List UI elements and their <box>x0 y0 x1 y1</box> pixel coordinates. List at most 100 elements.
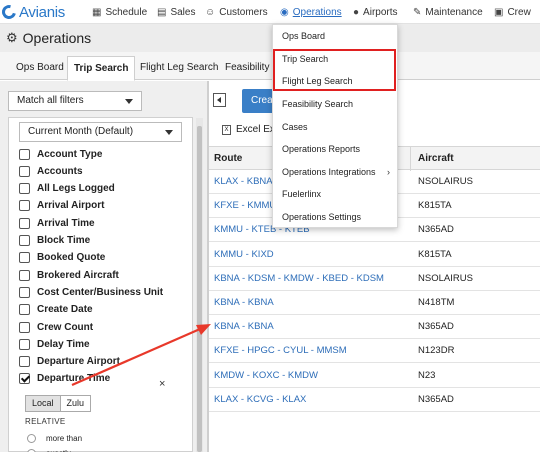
filter-item[interactable]: Create Date <box>19 303 93 317</box>
menu-item-label: Feasibility Search <box>282 99 354 109</box>
table-row[interactable]: KMDW - KOXC - KMDW N23 <box>209 364 540 388</box>
nav-schedule[interactable]: ▦ Schedule <box>92 4 147 20</box>
filter-item[interactable]: Departure Airport <box>19 355 120 369</box>
nav-crew[interactable]: ▣ Crew <box>494 4 531 20</box>
route-column-header[interactable]: Route <box>214 147 242 171</box>
filter-checkbox[interactable] <box>19 304 30 316</box>
filter-item[interactable]: Booked Quote <box>19 251 105 265</box>
filter-checkbox[interactable] <box>19 321 30 333</box>
table-row[interactable]: KMMU - KIXD K815TA <box>209 243 540 267</box>
filter-item[interactable]: Crew Count <box>19 320 93 334</box>
route-link[interactable]: KBNA - KDSM - KMDW - KBED - KDSM <box>214 267 384 291</box>
aircraft-cell: N365AD <box>418 393 454 405</box>
tab-ops-board[interactable]: Ops Board <box>10 56 70 80</box>
radio-circle[interactable] <box>27 433 36 443</box>
table-row[interactable]: KLAX - KCVG - KLAX N365AD <box>209 388 540 412</box>
sales-icon: ▤ <box>157 6 167 18</box>
create-button[interactable]: Crea <box>242 89 274 113</box>
filter-checkbox[interactable] <box>19 183 30 195</box>
nav-customers[interactable]: ☺ Customers <box>205 4 268 20</box>
logo-text: Avianis <box>19 3 65 21</box>
radio-circle[interactable] <box>27 448 36 452</box>
zulu-button[interactable]: Zulu <box>60 395 92 412</box>
excel-export-button[interactable]: X Excel Ex <box>222 124 275 135</box>
avianis-logo[interactable]: Avianis <box>0 2 65 22</box>
route-link[interactable]: KMDW - KOXC - KMDW <box>214 364 318 388</box>
menu-item-label: Operations Integrations <box>282 167 376 177</box>
radio-exactly[interactable]: exactly <box>27 447 71 452</box>
filter-item[interactable]: Arrival Time <box>19 216 95 230</box>
wrench-icon: ✎ <box>413 6 422 18</box>
tab-flight-leg-search[interactable]: Flight Leg Search <box>134 56 224 80</box>
filter-checkbox[interactable] <box>19 235 30 246</box>
filter-checkbox[interactable] <box>19 286 30 298</box>
aircraft-cell: NSOLAIRUS <box>418 176 473 187</box>
menu-item-feasibility-search[interactable]: Feasibility Search <box>273 96 399 112</box>
match-filters-value: Match all filters <box>17 95 84 106</box>
filter-item[interactable]: Block Time <box>19 234 90 248</box>
aircraft-cell: N365AD <box>418 321 454 333</box>
route-link[interactable]: KBNA - KBNA <box>214 291 274 315</box>
period-value: Current Month (Default) <box>28 126 134 137</box>
aircraft-column-header[interactable]: Aircraft <box>418 147 454 171</box>
menu-item-cases[interactable]: Cases <box>273 119 399 135</box>
close-icon[interactable]: × <box>159 378 165 390</box>
filter-checkbox[interactable] <box>19 269 30 281</box>
filter-item[interactable]: Brokered Aircraft <box>19 268 119 282</box>
menu-item-operations-reports[interactable]: Operations Reports <box>273 141 399 157</box>
filter-item[interactable]: Arrival Airport <box>19 199 104 213</box>
filter-panel: Match all filters Current Month (Default… <box>0 81 207 452</box>
filter-item[interactable]: Accounts <box>19 164 83 178</box>
column-separator <box>410 147 411 171</box>
filter-label: Accounts <box>37 165 83 177</box>
filter-scrollbar[interactable] <box>196 118 203 452</box>
table-row[interactable]: KBNA - KDSM - KMDW - KBED - KDSM NSOLAIRU… <box>209 267 540 291</box>
route-link[interactable]: KLAX - KBNA <box>214 170 273 194</box>
filter-checkbox[interactable] <box>19 356 30 368</box>
filter-label: Brokered Aircraft <box>37 269 119 281</box>
filter-item[interactable]: Cost Center/Business Unit <box>19 285 163 299</box>
menu-item-operations-integrations[interactable]: Operations Integrations › <box>273 164 399 180</box>
filter-checkbox[interactable] <box>19 217 30 229</box>
table-row[interactable]: KFXE - HPGC - CYUL - MMSM N123DR <box>209 339 540 364</box>
route-link[interactable]: KMMU - KIXD <box>214 243 274 267</box>
route-link[interactable]: KFXE - HPGC - CYUL - MMSM <box>214 339 347 363</box>
menu-item-ops-board[interactable]: Ops Board <box>273 28 399 44</box>
nav-airports[interactable]: ● Airports <box>353 4 398 20</box>
radio-more-than[interactable]: more than <box>27 432 82 444</box>
tab-trip-search[interactable]: Trip Search <box>67 56 136 81</box>
filter-checkbox[interactable] <box>19 338 30 350</box>
nav-sales[interactable]: ▤ Sales <box>157 4 195 20</box>
top-nav: Avianis ▦ Schedule ▤ Sales ☺ Customers ◉… <box>0 0 540 24</box>
collapse-panel-button[interactable] <box>213 93 226 107</box>
filter-label: Account Type <box>37 148 103 160</box>
filter-item[interactable]: Account Type <box>19 147 102 161</box>
route-link[interactable]: KLAX - KCVG - KLAX <box>214 388 306 412</box>
route-link[interactable]: KBNA - KBNA <box>214 315 274 339</box>
route-link[interactable]: KFXE - KMMU <box>214 194 276 218</box>
period-select[interactable]: Current Month (Default) <box>19 122 182 142</box>
table-row[interactable]: KBNA - KBNA N418TM <box>209 291 540 315</box>
calendar-icon: ▦ <box>92 6 102 18</box>
filter-label: Arrival Airport <box>37 200 105 212</box>
filter-checkbox[interactable] <box>19 373 30 385</box>
filter-checkbox[interactable] <box>19 148 30 160</box>
match-filters-select[interactable]: Match all filters <box>8 91 142 111</box>
local-button[interactable]: Local <box>25 395 61 412</box>
filter-checkbox[interactable] <box>19 200 30 212</box>
filter-label: All Legs Logged <box>37 183 115 195</box>
nav-maintenance[interactable]: ✎ Maintenance <box>413 4 483 20</box>
filter-checkbox[interactable] <box>19 252 30 264</box>
menu-item-fuelerlinx[interactable]: Fuelerlinx <box>273 186 399 202</box>
nav-airports-label: Airports <box>363 6 398 18</box>
nav-maintenance-label: Maintenance <box>425 6 483 18</box>
scrollbar-thumb[interactable] <box>197 126 202 452</box>
filter-checkbox[interactable] <box>19 165 30 177</box>
excel-icon: X <box>222 124 231 135</box>
filter-item[interactable]: Delay Time <box>19 337 90 351</box>
menu-item-operations-settings[interactable]: Operations Settings <box>273 209 399 225</box>
filter-item[interactable]: Departure Time <box>19 372 110 386</box>
nav-operations[interactable]: ◉ Operations <box>280 4 342 20</box>
filter-item[interactable]: All Legs Logged <box>19 182 115 196</box>
table-row[interactable]: KBNA - KBNA N365AD <box>209 315 540 340</box>
